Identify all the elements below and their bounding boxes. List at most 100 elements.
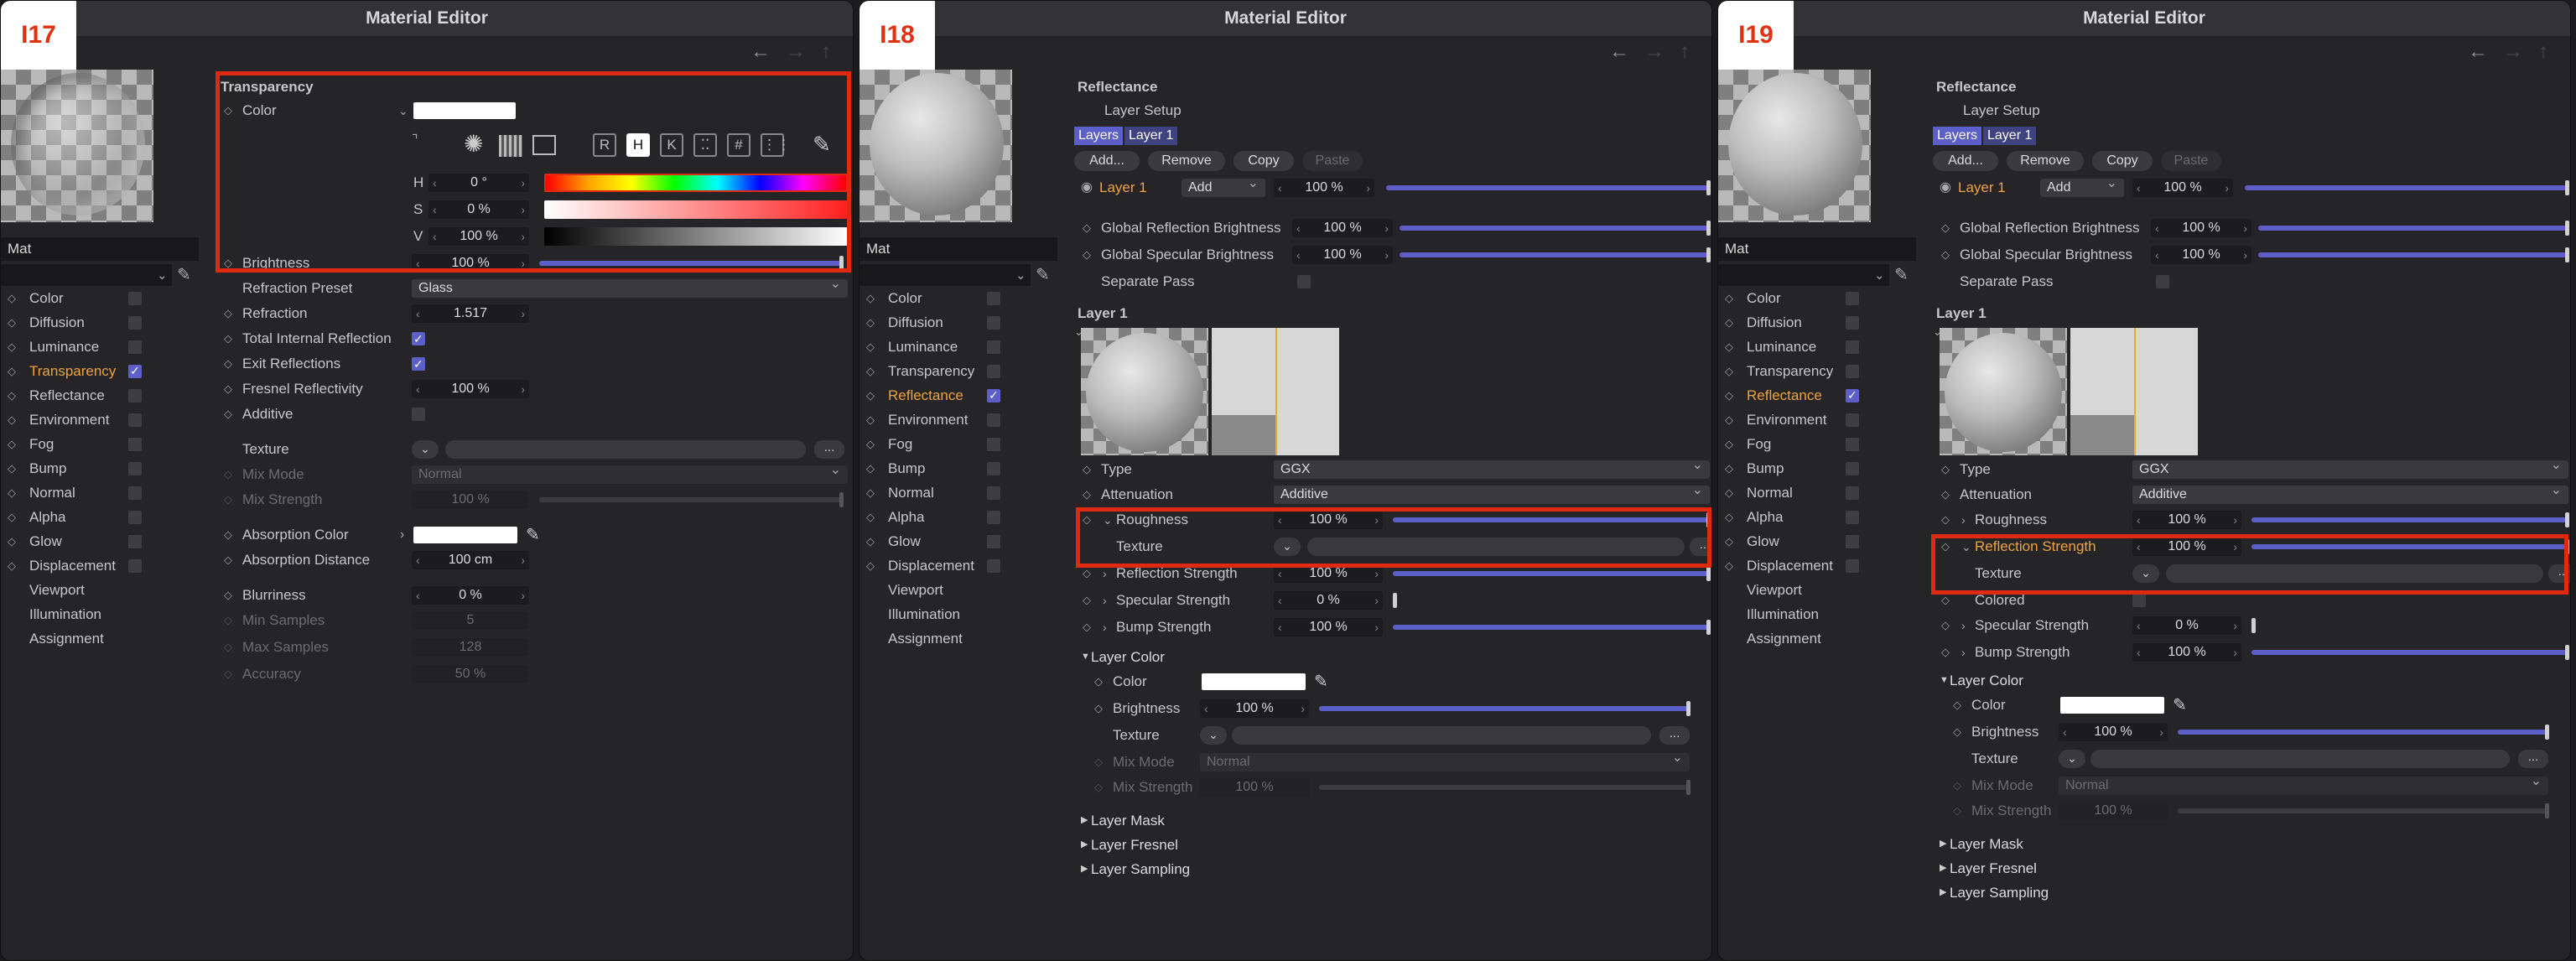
channel-checkbox[interactable]: [128, 292, 142, 305]
channel-fog[interactable]: ◇ Fog: [860, 432, 1010, 456]
channel-environment[interactable]: ◇ Environment: [860, 408, 1010, 432]
channel-transparency[interactable]: ◇ Transparency: [1, 359, 152, 383]
channel-checkbox[interactable]: [1846, 383, 1859, 408]
back-arrow-icon[interactable]: ←: [750, 38, 771, 66]
channel-transparency[interactable]: ◇ Transparency: [860, 359, 1010, 383]
channel-checkbox[interactable]: [1846, 413, 1859, 427]
chevron-down-icon[interactable]: ⌄: [157, 268, 168, 283]
color-swatch[interactable]: [413, 102, 516, 119]
channel-filter[interactable]: [1718, 264, 1889, 286]
channel-checkbox[interactable]: [1846, 462, 1859, 475]
item-viewport[interactable]: Viewport: [1, 578, 152, 602]
channel-checkbox[interactable]: [128, 486, 142, 500]
forward-arrow-icon[interactable]: →: [2503, 38, 2523, 66]
max-samples-field[interactable]: 128: [412, 638, 529, 657]
item-assignment[interactable]: Assignment: [1, 626, 152, 651]
hue-gradient-slider[interactable]: [544, 174, 848, 192]
bump-strength-slider[interactable]: [2251, 645, 2569, 660]
spectrum-icon[interactable]: [499, 135, 522, 157]
lc-mix-mode-dropdown[interactable]: Normal: [1200, 749, 1690, 771]
channel-checkbox[interactable]: [128, 389, 142, 403]
paste-layer-button[interactable]: Paste: [1302, 151, 1363, 171]
add-layer-button[interactable]: Add...: [1074, 151, 1140, 171]
channel-normal[interactable]: ◇ Normal: [860, 480, 1010, 505]
item-viewport[interactable]: Viewport: [1718, 578, 1869, 602]
remove-layer-button[interactable]: Remove: [2007, 151, 2084, 171]
layer-name[interactable]: Layer 1: [1099, 175, 1147, 200]
layer-mask-section[interactable]: ▶ Layer Mask: [1069, 808, 1706, 833]
chevron-down-icon[interactable]: ⌄: [1961, 534, 1971, 559]
bump-strength-field[interactable]: ‹ 100 % ›: [2132, 643, 2241, 662]
channel-luminance[interactable]: ◇ Luminance: [1718, 335, 1869, 359]
tab-layers[interactable]: Layers: [1933, 127, 1982, 145]
layer-sampling-section[interactable]: ▶ Layer Sampling: [1069, 857, 1706, 881]
texture-slot[interactable]: [1232, 726, 1651, 745]
channel-reflectance[interactable]: ◇ Reflectance: [860, 383, 1010, 408]
chevron-down-icon[interactable]: ⌄: [1015, 268, 1026, 283]
channel-checkbox[interactable]: [128, 535, 142, 548]
layer-color-section[interactable]: ▼ Layer Color: [1069, 645, 1706, 669]
layer-fresnel-section[interactable]: ▶ Layer Fresnel: [1928, 856, 2565, 880]
chevron-down-icon[interactable]: ⌄: [1874, 268, 1885, 283]
refraction-preset-dropdown[interactable]: Glass: [412, 275, 848, 298]
channel-alpha[interactable]: ◇ Alpha: [860, 505, 1010, 529]
back-arrow-icon[interactable]: ←: [2468, 38, 2488, 66]
lc-mix-strength-field[interactable]: 100 %: [1200, 778, 1309, 797]
up-arrow-icon[interactable]: ↑: [1680, 38, 1690, 66]
texture-more-button[interactable]: ...: [1690, 538, 1711, 556]
channel-checkbox[interactable]: [987, 316, 1000, 330]
channel-checkbox[interactable]: [987, 486, 1000, 500]
back-arrow-icon[interactable]: ←: [1609, 38, 1629, 66]
channel-filter[interactable]: [860, 264, 1031, 286]
value-field[interactable]: ‹ 100 % ›: [428, 227, 529, 246]
channel-checkbox[interactable]: [1846, 316, 1859, 330]
channel-checkbox[interactable]: [128, 559, 142, 573]
channel-checkbox[interactable]: [987, 365, 1000, 378]
type-dropdown[interactable]: GGX: [2132, 456, 2568, 479]
channel-color[interactable]: ◇ Color: [1, 286, 152, 310]
channel-checkbox[interactable]: [128, 462, 142, 475]
item-assignment[interactable]: Assignment: [860, 626, 1010, 651]
texture-more-button[interactable]: ...: [1659, 726, 1690, 745]
channel-checkbox[interactable]: [128, 511, 142, 524]
channel-diffusion[interactable]: ◇ Diffusion: [1, 310, 152, 335]
forward-arrow-icon[interactable]: →: [1644, 38, 1665, 66]
corner-icon[interactable]: ⌝: [412, 128, 418, 153]
channel-checkbox[interactable]: [128, 316, 142, 330]
color-wheel-icon[interactable]: ✺: [464, 132, 483, 157]
absorption-color-swatch[interactable]: [413, 527, 517, 543]
kelvin-mode-button[interactable]: K: [660, 133, 683, 157]
channel-checkbox[interactable]: [128, 359, 142, 383]
channel-alpha[interactable]: ◇ Alpha: [1718, 505, 1869, 529]
channel-checkbox[interactable]: [1846, 438, 1859, 451]
texture-slot[interactable]: [2090, 750, 2510, 768]
swatches-icon[interactable]: ⋮⋮: [761, 133, 791, 157]
channel-displacement[interactable]: ◇ Displacement: [1718, 553, 1869, 578]
chevron-right-icon[interactable]: ›: [1961, 613, 1966, 638]
material-preview[interactable]: [1, 70, 153, 222]
lc-mix-strength-slider[interactable]: [1319, 780, 1690, 795]
material-preview[interactable]: [860, 70, 1012, 222]
additive-checkbox[interactable]: [412, 408, 425, 421]
chevron-right-icon[interactable]: ›: [1961, 507, 1966, 532]
copy-layer-button[interactable]: Copy: [2092, 151, 2153, 171]
tab-layer-1[interactable]: Layer 1: [1983, 127, 2037, 145]
channel-checkbox[interactable]: [1846, 340, 1859, 354]
separate-pass-checkbox[interactable]: [1297, 275, 1311, 288]
material-name-field[interactable]: Mat: [860, 237, 1057, 261]
texture-menu-button[interactable]: ⌄: [2132, 564, 2159, 583]
channel-checkbox[interactable]: [987, 559, 1000, 573]
channel-luminance[interactable]: ◇ Luminance: [860, 335, 1010, 359]
attenuation-dropdown[interactable]: Additive: [1274, 481, 1710, 504]
eyedropper-icon[interactable]: ✎: [2173, 693, 2187, 718]
layer-sampling-section[interactable]: ▶ Layer Sampling: [1928, 880, 2565, 905]
accuracy-field[interactable]: 50 %: [412, 665, 529, 683]
lc-brightness-field[interactable]: ‹ 100 % ›: [2059, 723, 2168, 741]
channel-checkbox[interactable]: [987, 413, 1000, 427]
channel-transparency[interactable]: ◇ Transparency: [1718, 359, 1869, 383]
eyedropper-icon[interactable]: ✎: [1314, 669, 1328, 694]
specular-strength-slider[interactable]: [2251, 618, 2256, 633]
reflection-strength-field[interactable]: ‹ 100 % ›: [1274, 564, 1383, 583]
layer-opacity-slider[interactable]: [1386, 180, 1711, 195]
brightness-field[interactable]: ‹ 100 % ›: [412, 254, 529, 273]
